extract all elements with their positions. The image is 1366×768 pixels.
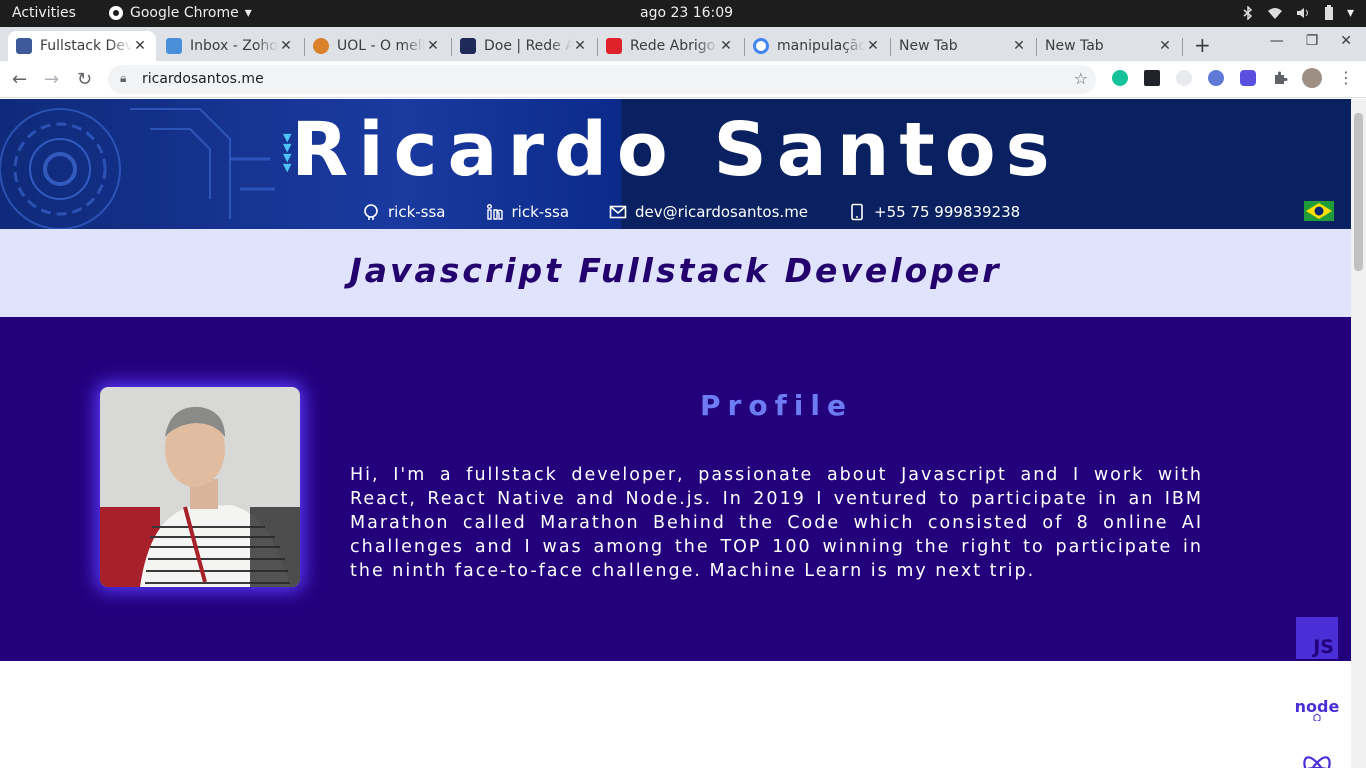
back-icon[interactable]: ← — [12, 69, 27, 90]
activities-button[interactable]: Activities — [12, 5, 76, 21]
tab-favicon — [313, 38, 329, 54]
bookmark-star-icon[interactable]: ☆ — [1074, 69, 1088, 88]
contact-list: rick-ssa rick-ssa dev@ricardosantos.me +… — [362, 203, 1020, 221]
tab-title: Inbox - Zoho Mail — [190, 38, 278, 54]
brazil-flag-icon[interactable] — [1304, 201, 1334, 221]
vertical-scrollbar[interactable] — [1351, 99, 1366, 768]
javascript-label: JS — [1313, 636, 1334, 658]
grammarly-extension-icon[interactable] — [1112, 70, 1128, 86]
tab-favicon — [606, 38, 622, 54]
tab-fullstack[interactable]: Fullstack Developer ✕ — [8, 31, 156, 61]
phone-number: +55 75 999839238 — [874, 203, 1021, 221]
tab-title: UOL - O melhor conteúdo — [337, 38, 425, 54]
address-bar[interactable]: 🔒︎ ricardosantos.me ☆ — [108, 65, 1096, 94]
linkedin-icon — [486, 204, 503, 220]
volume-icon — [1296, 8, 1308, 18]
close-icon[interactable]: ✕ — [1157, 38, 1173, 54]
javascript-icon: JS — [1296, 617, 1338, 659]
caret-down-icon: ▾ — [244, 5, 252, 21]
hero-name: Ricardo Santos — [291, 107, 1060, 193]
portrait-image — [100, 387, 300, 587]
reload-icon[interactable]: ↻ — [77, 69, 92, 90]
opera-extension-icon[interactable] — [1208, 70, 1224, 86]
tab-strip: Fullstack Developer ✕ Inbox - Zoho Mail … — [0, 27, 1366, 61]
system-tray[interactable]: ▾ — [1241, 5, 1354, 21]
clock[interactable]: ago 23 16:09 — [640, 5, 733, 21]
caret-down-icon: ▾ — [1346, 5, 1354, 21]
github-link[interactable]: rick-ssa — [362, 203, 446, 221]
tab-doe[interactable]: Doe | Rede Abrigo ✕ — [452, 31, 596, 61]
subtitle-band: Javascript Fullstack Developer — [0, 229, 1351, 317]
close-icon[interactable]: ✕ — [572, 38, 588, 54]
url-text: ricardosantos.me — [142, 71, 264, 87]
bluetooth-icon — [1243, 6, 1253, 20]
close-icon[interactable]: ✕ — [425, 38, 441, 54]
restore-icon[interactable]: ❐ — [1306, 33, 1319, 49]
tab-title: Fullstack Developer — [40, 38, 132, 54]
profile-avatar[interactable] — [1302, 68, 1322, 88]
react-devtools-extension-icon[interactable] — [1144, 70, 1160, 86]
extensions-puzzle-icon[interactable] — [1272, 70, 1288, 86]
web-page: ▼ ▼ ▼ ▼ Ricardo Santos rick-ssa rick-ssa de… — [0, 99, 1351, 768]
tab-favicon — [460, 38, 476, 54]
profile-heading: Profile — [700, 389, 853, 422]
tab-rede-abrigo[interactable]: Rede Abrigo ✕ — [598, 31, 742, 61]
battery-icon — [1324, 5, 1333, 20]
job-title: Javascript Fullstack Developer — [349, 251, 1002, 290]
minimize-icon[interactable]: — — [1270, 33, 1284, 49]
tab-new-2[interactable]: New Tab ✕ — [1037, 31, 1181, 61]
close-icon[interactable]: ✕ — [718, 38, 734, 54]
close-icon[interactable]: ✕ — [132, 38, 148, 54]
profile-section: Profile Hi, I'm a fullstack developer, p… — [0, 317, 1351, 768]
close-window-icon[interactable]: ✕ — [1340, 33, 1352, 49]
email-link[interactable]: dev@ricardosantos.me — [609, 203, 808, 221]
app-menu[interactable]: Google Chrome ▾ — [108, 5, 252, 21]
wifi-icon — [1267, 8, 1282, 19]
app-name: Google Chrome — [130, 5, 239, 21]
close-icon[interactable]: ✕ — [865, 38, 881, 54]
forward-icon[interactable]: → — [44, 69, 59, 90]
profile-bio: Hi, I'm a fullstack developer, passionat… — [350, 465, 1203, 581]
lock-icon[interactable]: 🔒︎ — [120, 71, 126, 86]
profile-photo — [100, 387, 300, 587]
close-icon[interactable]: ✕ — [1011, 38, 1027, 54]
zoom-extension-icon[interactable] — [1240, 70, 1256, 86]
tab-inbox[interactable]: Inbox - Zoho Mail ✕ — [158, 31, 302, 61]
close-icon[interactable]: ✕ — [278, 38, 294, 54]
scrollbar-thumb[interactable] — [1354, 113, 1363, 271]
chrome-icon — [109, 6, 123, 20]
phone-link[interactable]: +55 75 999839238 — [848, 203, 1020, 221]
tab-google-search[interactable]: manipulação ✕ — [745, 31, 889, 61]
nodejs-label: node — [1295, 697, 1340, 716]
tab-favicon — [166, 38, 182, 54]
phone-icon — [851, 203, 863, 221]
mail-icon — [609, 205, 627, 219]
nodejs-icon: node — [1295, 697, 1340, 721]
tab-new-1[interactable]: New Tab ✕ — [891, 31, 1035, 61]
linkedin-link[interactable]: rick-ssa — [486, 203, 570, 221]
linkedin-username: rick-ssa — [511, 203, 570, 221]
tab-title: New Tab — [899, 38, 958, 54]
tab-favicon — [16, 38, 32, 54]
timer-extension-icon[interactable] — [1176, 70, 1192, 86]
tab-uol[interactable]: UOL - O melhor conteúdo ✕ — [305, 31, 449, 61]
google-icon — [753, 38, 769, 54]
system-top-bar: Activities Google Chrome ▾ ago 23 16:09 … — [0, 0, 1366, 27]
github-icon — [364, 204, 378, 220]
new-tab-button[interactable]: + — [1194, 33, 1211, 57]
window-controls: — ❐ ✕ — [1270, 33, 1352, 49]
menu-kebab-icon[interactable]: ⋮ — [1338, 70, 1354, 86]
tab-separator — [1182, 38, 1183, 56]
browser-toolbar: ← → ↻ 🔒︎ ricardosantos.me ☆ — [0, 61, 1366, 98]
hero-header: ▼ ▼ ▼ ▼ Ricardo Santos rick-ssa rick-ssa de… — [0, 99, 1351, 229]
tab-title: New Tab — [1045, 38, 1104, 54]
tab-title: Doe | Rede Abrigo — [484, 38, 572, 54]
tab-title: manipulação — [777, 38, 865, 54]
tab-title: Rede Abrigo — [630, 38, 716, 54]
github-username: rick-ssa — [388, 203, 446, 221]
react-icon — [1303, 756, 1331, 768]
email-address: dev@ricardosantos.me — [635, 203, 809, 221]
